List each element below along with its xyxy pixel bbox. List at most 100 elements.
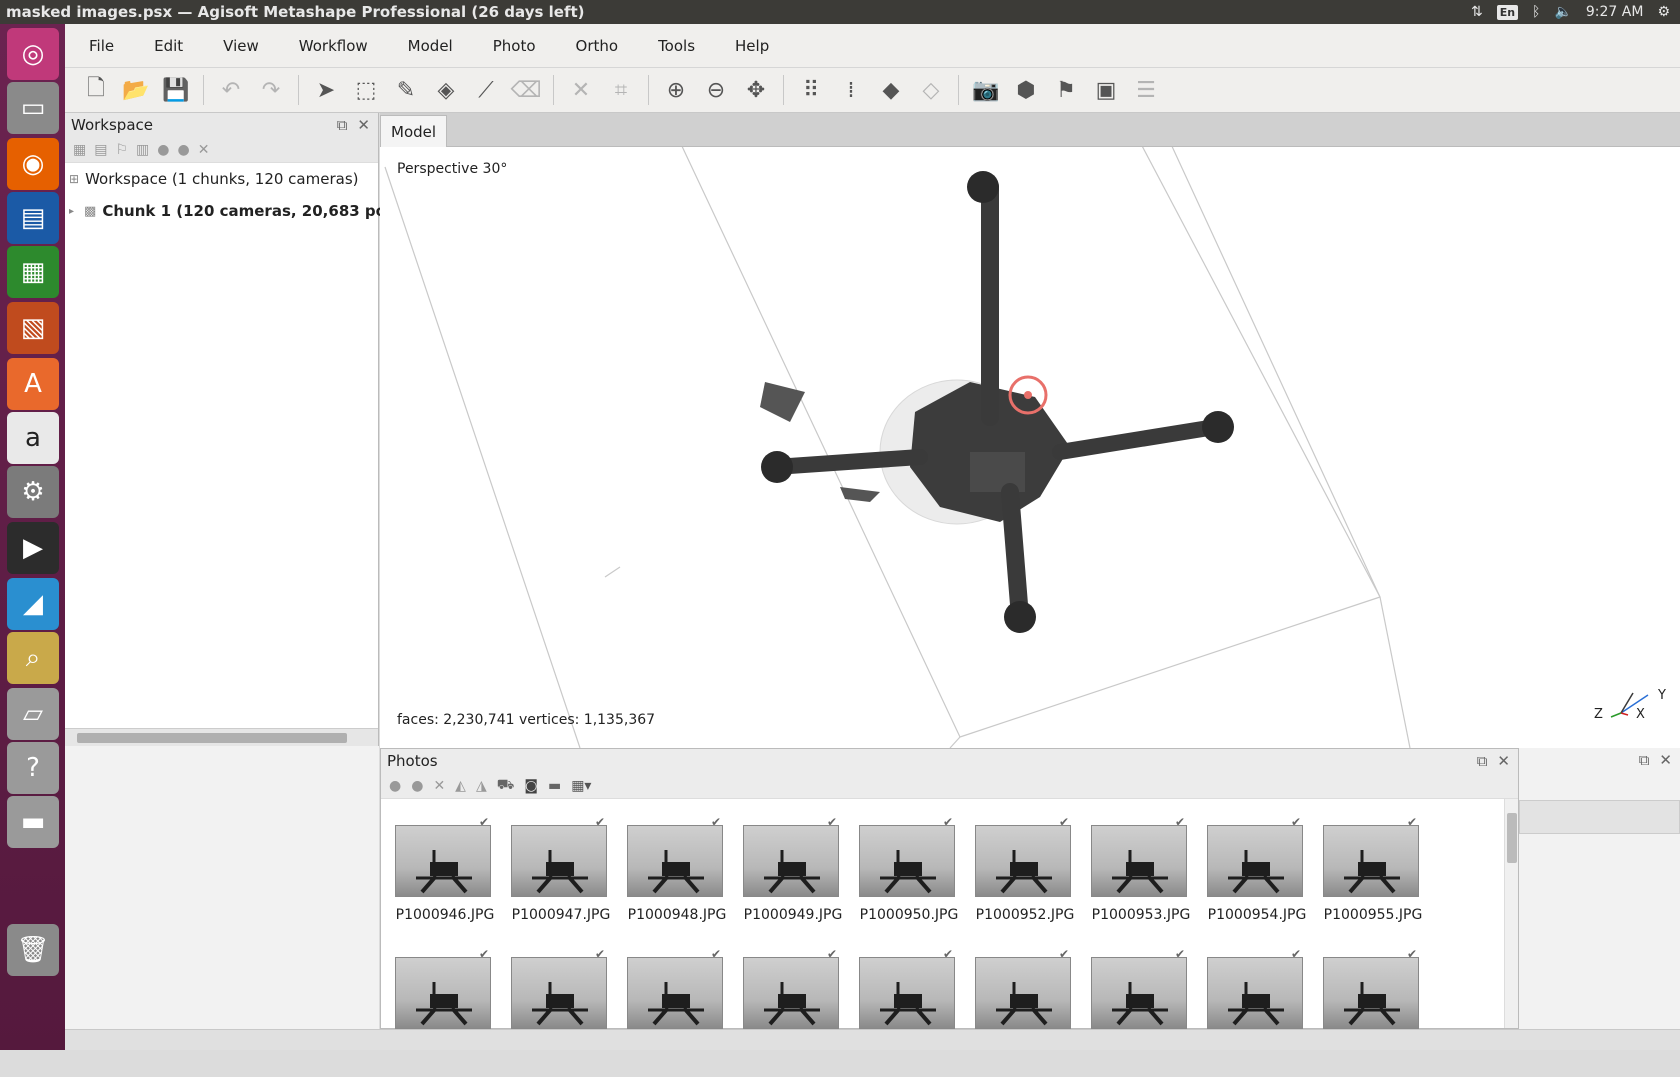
open-folder-icon[interactable]: 📂 [119,73,153,107]
show-region-icon[interactable]: ⬢ [1009,73,1043,107]
expand-arrow-icon[interactable]: ▸ [69,206,74,217]
rotate-right-icon[interactable]: ◮ [476,778,487,794]
enable-camera-icon[interactable]: ● [389,778,401,794]
model-textured-icon[interactable]: ◇ [914,73,948,107]
calc-icon[interactable]: ▦ [7,246,59,298]
add-folder-icon[interactable]: ▥ [136,142,149,158]
remove-camera-icon[interactable]: ✕ [433,778,445,794]
photo-thumbnail[interactable]: ✔ P1000948.JPG [627,815,727,945]
mask-icon[interactable]: ◙ [524,778,538,794]
eraser-icon[interactable]: ⌫ [509,73,543,107]
menu-model[interactable]: Model [384,37,469,55]
ruler-icon[interactable]: ⟋ [469,73,503,107]
undo-icon[interactable]: ↶ [214,73,248,107]
system-gear-icon[interactable]: ⚙ [1657,4,1670,20]
menu-photo[interactable]: Photo [469,37,552,55]
photo-thumbnail[interactable]: ✔ [1207,947,1307,1077]
scanner-icon[interactable]: ▱ [7,688,59,740]
enable-icon[interactable]: ● [157,142,169,158]
software-center-icon[interactable]: A [7,358,59,410]
undock-icon[interactable]: ⧉ [1477,752,1488,770]
impress-icon[interactable]: ▧ [7,302,59,354]
terminal-icon[interactable]: ▶ [7,522,59,574]
disable-icon[interactable]: ● [177,142,189,158]
navigation-cursor-icon[interactable]: ➤ [309,73,343,107]
reset-view-icon[interactable]: ✥ [739,73,773,107]
remove-icon[interactable]: ✕ [198,142,210,158]
files-icon[interactable]: ▭ [7,82,59,134]
add-marker-icon[interactable]: ⚐ [115,142,128,158]
close-icon[interactable]: ✕ [357,116,370,134]
photo-thumbnail[interactable]: ✔ P1000952.JPG [975,815,1075,945]
clock[interactable]: 9:27 AM [1586,4,1644,20]
photo-thumbnail[interactable]: ✔ P1000954.JPG [1207,815,1307,945]
menu-view[interactable]: View [199,37,275,55]
photo-thumbnail[interactable]: ✔ [743,947,843,1077]
photos-scrollbar[interactable] [1504,799,1518,1028]
add-chunk-icon[interactable]: ▦ [73,142,86,158]
photo-thumbnail[interactable]: ✔ [627,947,727,1077]
disable-camera-icon[interactable]: ● [411,778,423,794]
image-icon[interactable]: ▬ [548,778,561,794]
help-icon[interactable]: ? [7,742,59,794]
filter-icon[interactable]: ⛟ [497,777,515,795]
menu-ortho[interactable]: Ortho [552,37,635,55]
show-images-icon[interactable]: ▣ [1089,73,1123,107]
photo-thumbnail[interactable]: ✔ P1000949.JPG [743,815,843,945]
add-photos-icon[interactable]: ▤ [94,142,107,158]
photo-thumbnail[interactable]: ✔ [511,947,611,1077]
trash-icon[interactable]: 🗑 [7,924,59,976]
photo-thumbnail[interactable]: ✔ P1000946.JPG [395,815,495,945]
menu-help[interactable]: Help [711,37,785,55]
undock-icon[interactable]: ⧉ [1639,751,1650,769]
undock-icon[interactable]: ⧉ [337,116,348,134]
ubuntu-icon[interactable]: ◎ [7,28,59,80]
photo-thumbnail[interactable]: ✔ [1091,947,1191,1077]
show-cameras-icon[interactable]: 📷 [969,73,1003,107]
zoom-in-icon[interactable]: ⊕ [659,73,693,107]
tab-model[interactable]: Model [380,115,448,147]
dense-cloud-icon[interactable]: ⁞ [834,73,868,107]
settings-icon[interactable]: ⚙ [7,466,59,518]
drive-icon[interactable]: ▬ [7,796,59,848]
menu-edit[interactable]: Edit [130,37,199,55]
view-mode-icon[interactable]: ▦▾ [571,778,591,794]
model-viewport[interactable]: Perspective 30° faces: 2,230,741 vertice… [380,147,1680,748]
metashape-icon[interactable]: ◢ [7,578,59,630]
rectangle-selection-icon[interactable]: ⬚ [349,73,383,107]
close-icon[interactable]: ✕ [1497,752,1510,770]
bluetooth-icon[interactable]: ᛒ [1532,4,1540,20]
scrollbar-thumb[interactable] [1507,813,1517,863]
scrollbar-thumb[interactable] [77,733,347,743]
tree-root[interactable]: ⊞ Workspace (1 chunks, 120 cameras) [65,163,378,195]
photo-thumbnail[interactable]: ✔ P1000953.JPG [1091,815,1191,945]
menu-tools[interactable]: Tools [634,37,711,55]
zoom-out-icon[interactable]: ⊖ [699,73,733,107]
volume-icon[interactable]: 🔈 [1554,4,1571,20]
tree-chunk[interactable]: ▸ ▩ Chunk 1 (120 cameras, 20,683 points)… [65,195,435,227]
move-object-icon[interactable]: ◈ [429,73,463,107]
draw-shape-icon[interactable]: ✎ [389,73,423,107]
point-cloud-icon[interactable]: ⠿ [794,73,828,107]
photo-thumbnail[interactable]: ✔ [859,947,959,1077]
writer-icon[interactable]: ▤ [7,192,59,244]
photo-thumbnail[interactable]: ✔ [1323,947,1423,1077]
keyboard-layout-indicator[interactable]: En [1496,4,1519,20]
save-icon[interactable]: 💾 [159,73,193,107]
photo-thumbnail[interactable]: ✔ [395,947,495,1077]
model-shaded-icon[interactable]: ◆ [874,73,908,107]
photo-thumbnail[interactable]: ✔ [975,947,1075,1077]
show-layers-icon[interactable]: ☰ [1129,73,1163,107]
show-markers-icon[interactable]: ⚑ [1049,73,1083,107]
amazon-icon[interactable]: a [7,412,59,464]
rotate-left-icon[interactable]: ◭ [455,778,466,794]
image-viewer-icon[interactable]: ⌕ [7,632,59,684]
network-icon[interactable]: ⇅ [1471,4,1483,20]
new-document-icon[interactable]: 🗋 [79,73,113,107]
close-icon[interactable]: ✕ [1659,751,1672,769]
menu-workflow[interactable]: Workflow [275,37,384,55]
workspace-horizontal-scrollbar[interactable] [65,728,378,746]
menu-file[interactable]: File [65,37,130,55]
firefox-icon[interactable]: ◉ [7,138,59,190]
photo-thumbnail[interactable]: ✔ P1000955.JPG [1323,815,1423,945]
